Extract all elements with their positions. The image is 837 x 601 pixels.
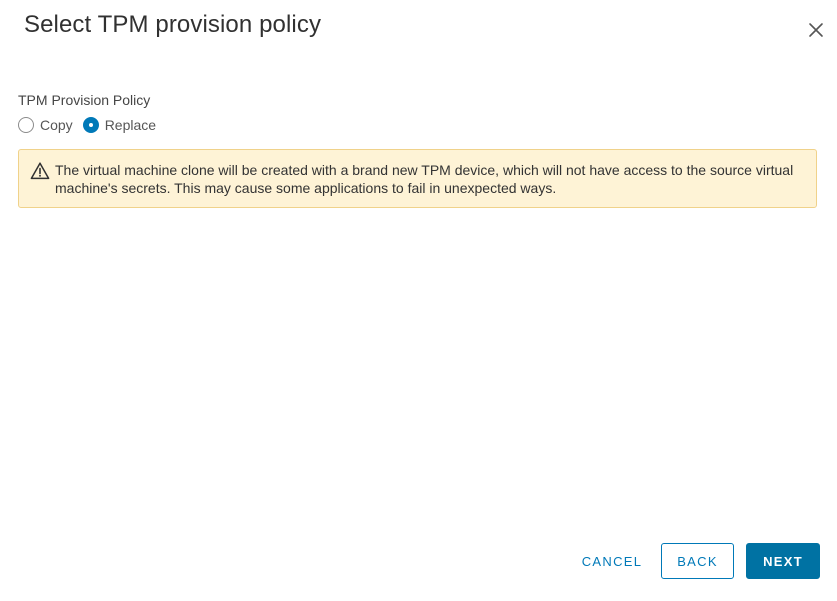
dialog: Select TPM provision policy TPM Provisio… bbox=[0, 0, 837, 601]
radio-option-replace[interactable]: Replace bbox=[82, 117, 157, 133]
policy-radio-group: Copy Replace bbox=[18, 117, 166, 133]
back-button[interactable]: BACK bbox=[661, 543, 734, 579]
dialog-title: Select TPM provision policy bbox=[24, 11, 322, 38]
policy-label: TPM Provision Policy bbox=[18, 92, 151, 108]
next-button[interactable]: NEXT bbox=[746, 543, 820, 579]
warning-message: The virtual machine clone will be create… bbox=[55, 162, 794, 196]
radio-replace[interactable] bbox=[82, 117, 99, 133]
close-button[interactable] bbox=[806, 20, 826, 40]
warning-alert: The virtual machine clone will be create… bbox=[18, 149, 817, 208]
warning-icon bbox=[30, 162, 50, 180]
close-icon bbox=[809, 23, 823, 37]
radio-option-copy[interactable]: Copy bbox=[18, 117, 73, 133]
radio-copy[interactable] bbox=[18, 117, 34, 133]
radio-copy-label: Copy bbox=[40, 117, 73, 133]
cancel-button[interactable]: CANCEL bbox=[572, 543, 652, 579]
radio-replace-label: Replace bbox=[104, 117, 157, 133]
